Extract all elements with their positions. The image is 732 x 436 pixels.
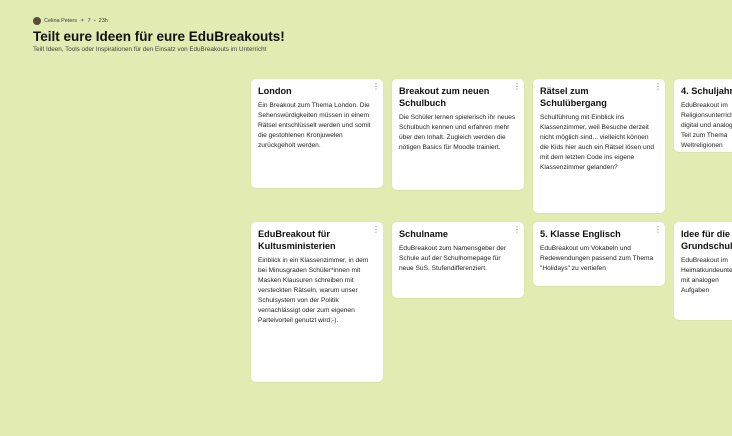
card-title: EduBreakout für Kultusministerien <box>258 229 336 251</box>
card-title: London <box>258 86 292 96</box>
card-title: 4. Schuljahr <box>681 86 732 96</box>
card-body: Einblick in ein Klassenzimmer, in dem be… <box>258 257 369 324</box>
card-body: EduBreakout um Vokabeln und Redewendunge… <box>540 245 654 272</box>
card-body: EduBreakout zum Namensgeber der Schule a… <box>399 245 507 272</box>
more-vertical-icon[interactable]: ⋮ <box>654 83 662 91</box>
more-vertical-icon[interactable]: ⋮ <box>513 83 521 91</box>
more-vertical-icon[interactable]: ⋮ <box>513 226 521 234</box>
post-card[interactable]: ⋮ Breakout zum neuen Schulbuch Die Schül… <box>392 79 524 190</box>
post-card[interactable]: ⋮ London Ein Breakout zum Thema London. … <box>251 79 383 188</box>
board: ⋮ London Ein Breakout zum Thema London. … <box>0 0 732 436</box>
card-body: EduBreakout im Religionsunterricht, digi… <box>681 102 732 149</box>
card-title: Schulname <box>399 229 449 239</box>
post-card[interactable]: ⋮ 5. Klasse Englisch EduBreakout um Voka… <box>533 222 665 286</box>
card-title: Rätsel zum Schulübergang <box>540 86 607 108</box>
post-card[interactable]: ⋮ Idee für die Grundschule EduBreakout i… <box>674 222 732 320</box>
post-card[interactable]: ⋮ 4. Schuljahr EduBreakout im Religionsu… <box>674 79 732 152</box>
post-card[interactable]: ⋮ Schulname EduBreakout zum Namensgeber … <box>392 222 524 298</box>
card-body: EduBreakout im Heimatkundeunterricht mit… <box>681 257 732 294</box>
post-card[interactable]: ⋮ Rätsel zum Schulübergang Schulführung … <box>533 79 665 213</box>
card-title: 5. Klasse Englisch <box>540 229 621 239</box>
card-body: Ein Breakout zum Thema London. Die Sehen… <box>258 102 371 149</box>
card-body: Die Schüler lernen spielerisch ihr neues… <box>399 114 516 151</box>
card-title: Breakout zum neuen Schulbuch <box>399 86 490 108</box>
card-title: Idee für die Grundschule <box>681 229 732 251</box>
post-card[interactable]: ⋮ EduBreakout für Kultusministerien Einb… <box>251 222 383 382</box>
more-vertical-icon[interactable]: ⋮ <box>654 226 662 234</box>
more-vertical-icon[interactable]: ⋮ <box>372 83 380 91</box>
card-body: Schulführung mit Einblick ins Klassenzim… <box>540 114 654 171</box>
more-vertical-icon[interactable]: ⋮ <box>372 226 380 234</box>
